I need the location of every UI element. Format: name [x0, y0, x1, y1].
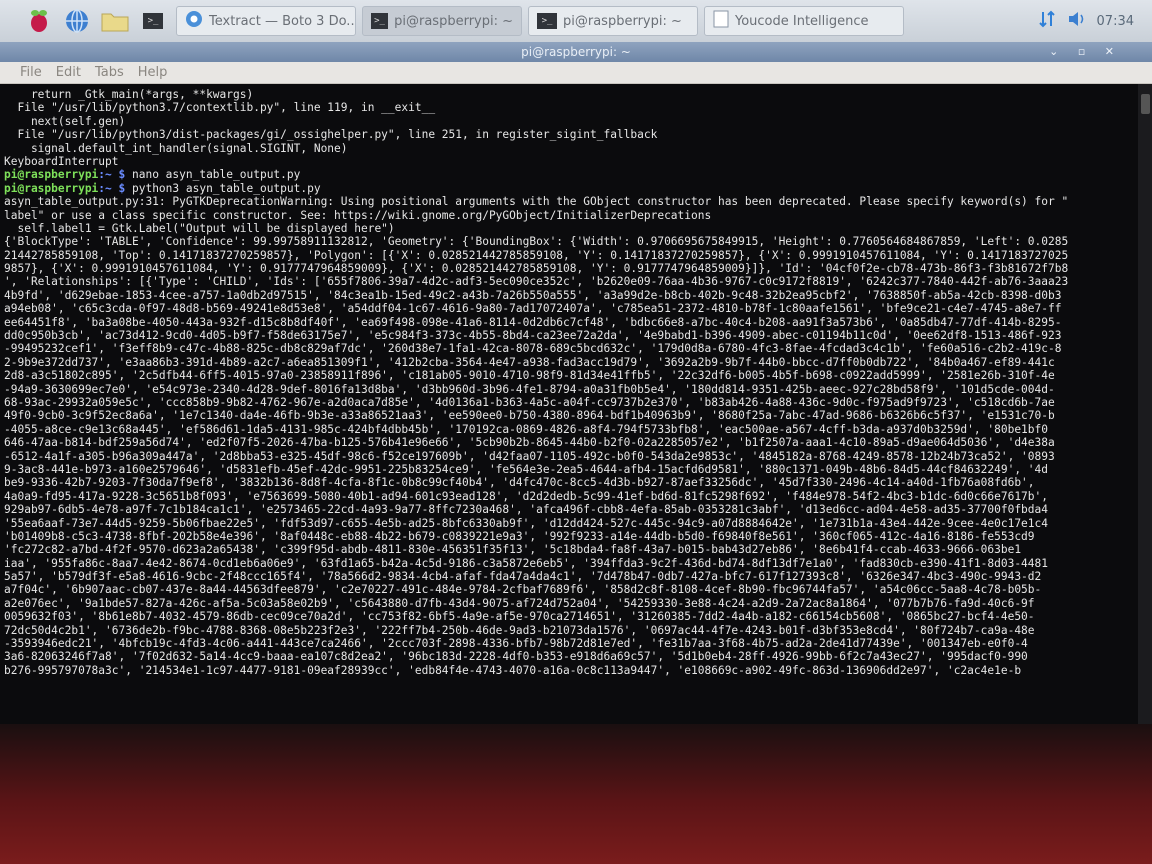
terminal-line: 5a57', 'b579df3f-e5a8-4616-9cbc-2f48ccc1… — [4, 570, 1042, 584]
terminal-icon: >_ — [537, 13, 557, 29]
terminal-line: 929ab97-6db5-4e78-a97f-7c1b184ca1c1', 'e… — [4, 503, 1048, 517]
menu-help[interactable]: Help — [138, 65, 168, 80]
task-terminal-2[interactable]: >_ pi@raspberrypi: ~ — [528, 6, 698, 36]
task-browser[interactable]: Textract — Boto 3 Do... — [176, 6, 356, 36]
task-document[interactable]: Youcode Intelligence — [704, 6, 904, 36]
task-terminal-1[interactable]: >_ pi@raspberrypi: ~ — [362, 6, 522, 36]
terminal-line: 21442785859108, 'Top': 0.141718372702598… — [4, 248, 1069, 262]
scroll-thumb[interactable] — [1141, 94, 1150, 114]
terminal-line: 0059632f03', '8b61e8b7-4032-4579-86db-ce… — [4, 610, 1035, 624]
terminal-line: 68-93ac-29932a059e5c', 'ccc858b9-9b82-47… — [4, 395, 1055, 409]
terminal-line: self.label1 = Gtk.Label("Output will be … — [4, 221, 395, 235]
terminal-line: 9857}, {'X': 0.9991910457611084, 'Y': 0.… — [4, 262, 1069, 276]
terminal-line: label" or use a class specific construct… — [4, 208, 712, 222]
prompt-path: :~ $ — [98, 168, 126, 182]
terminal-line: a2e076ec', '9a1bde57-827a-426c-af5a-5c03… — [4, 596, 1035, 610]
clock[interactable]: 07:34 — [1097, 14, 1134, 29]
window-controls[interactable]: ⌄ ▫ ✕ — [1049, 42, 1122, 62]
screen: >_ Textract — Boto 3 Do... >_ pi@raspber… — [0, 0, 1152, 864]
terminal-line: iaa', '955fa86c-8aa7-4e42-8674-0cd1eb6a0… — [4, 556, 1048, 570]
task-label: Youcode Intelligence — [735, 13, 869, 29]
prompt-command: nano asyn_table_output.py — [125, 168, 301, 182]
terminal-line: signal.default_int_handler(signal.SIGINT… — [4, 141, 348, 155]
terminal-line: be9-9336-42b7-9203-7f30da7f9ef8', '3832b… — [4, 476, 1035, 490]
terminal-line: 49f0-9cb0-3c9f52ec8a6a', '1e7c1340-da4e-… — [4, 409, 1055, 423]
chromium-icon — [185, 10, 203, 32]
terminal-line: 3a6-82063246f7a8', '7f02d632-5a14-4cc9-b… — [4, 650, 1028, 664]
terminal-line: -94a9-3630699ec7e0', 'e54c973e-2340-4d28… — [4, 382, 1055, 396]
terminal-scrollbar[interactable] — [1138, 84, 1152, 724]
terminal-line: 2d8-a3c51802c895', '2c5dfb44-6ff5-4015-9… — [4, 369, 1055, 383]
terminal-line: KeyboardInterrupt — [4, 154, 119, 168]
terminal-line: 9-3ac8-441e-b973-a160e2579646', 'd5831ef… — [4, 462, 1048, 476]
menu-bar: File Edit Tabs Help — [0, 62, 1152, 84]
task-label: pi@raspberrypi: ~ — [563, 13, 682, 29]
monitor-bezel — [0, 724, 1152, 864]
terminal-line: next(self.gen) — [4, 114, 126, 128]
folder-icon[interactable] — [100, 7, 130, 35]
task-label: Textract — Boto 3 Do... — [209, 13, 356, 29]
terminal-icon[interactable]: >_ — [138, 7, 168, 35]
terminal-icon: >_ — [371, 13, 389, 29]
terminal-line: a7f04c', '6b907aac-cb07-437e-8a44-44563d… — [4, 583, 1042, 597]
prompt-user: pi@raspberrypi — [4, 181, 99, 195]
terminal-line: b276-995797078a3c', '214534e1-1c97-4477-… — [4, 663, 1022, 677]
terminal-line: ', 'Relationships': [{'Type': 'CHILD', '… — [4, 275, 1069, 289]
volume-icon[interactable] — [1067, 10, 1087, 32]
terminal-line: 4b9fd', 'd629ebae-1853-4cee-a757-1a0db2d… — [4, 288, 1062, 302]
terminal-line: -3593946edc21', '4bfcb19c-4fd3-4c06-a441… — [4, 637, 1028, 651]
terminal-line: '55ea6aaf-73e7-44d5-9259-5b06fbae22e5', … — [4, 516, 1048, 530]
document-icon — [713, 10, 729, 32]
terminal-line: {'BlockType': 'TABLE', 'Confidence': 99.… — [4, 235, 1069, 249]
terminal-line: a94eb08', 'c65c3cda-0f97-48d8-b569-49241… — [4, 302, 1062, 316]
menu-file[interactable]: File — [20, 65, 42, 80]
menu-tabs[interactable]: Tabs — [95, 65, 124, 80]
window-titlebar[interactable]: pi@raspberrypi: ~ ⌄ ▫ ✕ — [0, 42, 1152, 62]
terminal-line: dd0c950b3cb', 'ac73d412-9cd0-4d05-b9f7-f… — [4, 329, 1062, 343]
terminal-line: -99495232cef1', 'f3eff8b9-c47c-4b88-825c… — [4, 342, 1062, 356]
menu-edit[interactable]: Edit — [56, 65, 81, 80]
terminal-line: -4055-a8ce-c9e13c68a445', 'ef586d61-1da5… — [4, 422, 1048, 436]
terminal-line: 'b01409b8-c5c3-4738-8fbf-202b58e4e396', … — [4, 529, 1035, 543]
prompt-line: pi@raspberrypi:~ $ python3 asyn_table_ou… — [4, 182, 1152, 195]
prompt-line: pi@raspberrypi:~ $ nano asyn_table_outpu… — [4, 168, 1152, 181]
task-label: pi@raspberrypi: ~ — [394, 13, 513, 29]
terminal-line: 4a0a9-fd95-417a-9228-3c5651b8f093', 'e75… — [4, 489, 1048, 503]
terminal-line: 2-9b9e372dd737', 'e3aa86b3-391d-4b89-a2c… — [4, 355, 1055, 369]
terminal-line: File "/usr/lib/python3.7/contextlib.py",… — [4, 101, 436, 115]
taskbar: >_ Textract — Boto 3 Do... >_ pi@raspber… — [0, 0, 1152, 42]
prompt-command: python3 asyn_table_output.py — [125, 181, 321, 195]
prompt-path: :~ $ — [98, 181, 126, 195]
terminal-line: asyn_table_output.py:31: PyGTKDeprecatio… — [4, 195, 1069, 209]
terminal-line: 'fc272c82-a7bd-4f2f-9570-d623a2a65438', … — [4, 543, 1022, 557]
window-title: pi@raspberrypi: ~ — [521, 45, 631, 59]
terminal-line: -6512-4a1f-a305-b96a309a447a', '2d8bba53… — [4, 449, 1055, 463]
terminal-line: 646-47aa-b814-bdf259a56d74', 'ed2f07f5-2… — [4, 436, 1055, 450]
globe-icon[interactable] — [62, 7, 92, 35]
terminal-line: ee64451f8', 'ba3a08be-4050-443a-932f-d15… — [4, 315, 1062, 329]
terminal-line: 72dc50d4c2b1', '6736de2b-f9bc-4788-8368-… — [4, 623, 1035, 637]
raspberry-menu-icon[interactable] — [24, 7, 54, 35]
prompt-user: pi@raspberrypi — [4, 168, 99, 182]
network-icon[interactable] — [1037, 9, 1057, 33]
terminal-line: return _Gtk_main(*args, **kwargs) — [4, 88, 254, 101]
system-tray: 07:34 — [1037, 9, 1152, 33]
terminal-line: File "/usr/lib/python3/dist-packages/gi/… — [4, 128, 658, 142]
terminal-output[interactable]: return _Gtk_main(*args, **kwargs) File "… — [0, 84, 1152, 724]
